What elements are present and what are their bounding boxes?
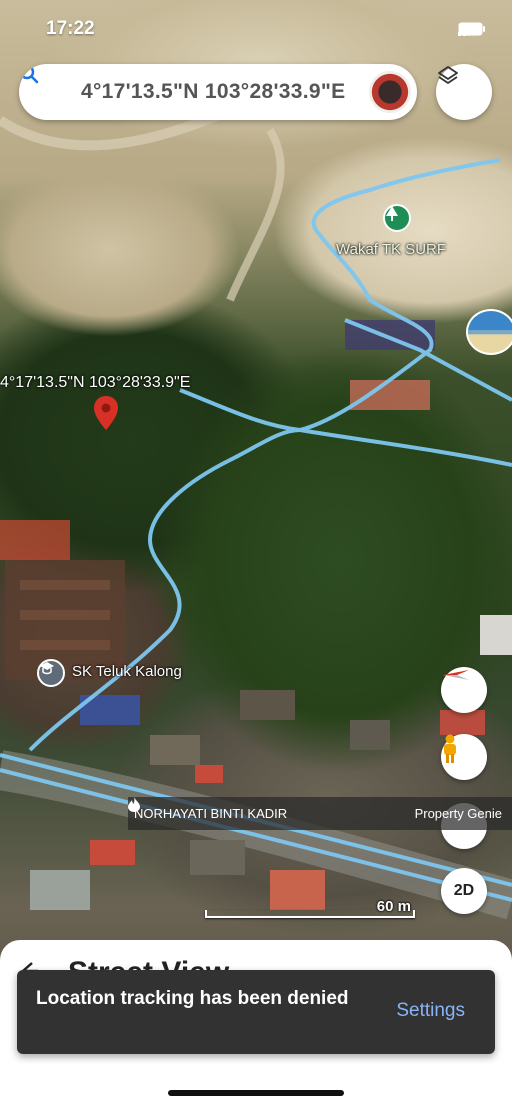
photo-attribution: NORHAYATI BINTI KADIR Property Genie bbox=[128, 797, 512, 830]
layers-button[interactable] bbox=[436, 64, 492, 120]
street-view-button[interactable] bbox=[441, 734, 487, 780]
settings-button[interactable]: Settings bbox=[396, 1000, 465, 1022]
account-avatar[interactable] bbox=[367, 69, 413, 115]
search-bar[interactable]: 4°17'13.5"N 103°28'33.9"E bbox=[19, 64, 417, 120]
search-input[interactable]: 4°17'13.5"N 103°28'33.9"E bbox=[75, 80, 417, 104]
status-time: 17:22 bbox=[46, 18, 95, 39]
beach-photo-thumbnail[interactable] bbox=[466, 309, 512, 355]
poi-school-label[interactable]: SK Teluk Kalong bbox=[72, 663, 182, 680]
poi-surf-label[interactable]: Wakaf TK SURF bbox=[336, 241, 446, 258]
poi-surf-marker[interactable] bbox=[383, 204, 411, 232]
scale-bar bbox=[205, 910, 415, 918]
map-scale: 60 m bbox=[205, 898, 415, 918]
attribution-source[interactable]: Property Genie bbox=[415, 806, 502, 821]
poi-school-marker[interactable] bbox=[37, 659, 65, 687]
attribution-author[interactable]: NORHAYATI BINTI KADIR bbox=[134, 806, 287, 821]
map-type-2d-button[interactable]: 2D bbox=[441, 868, 487, 914]
compass-button[interactable] bbox=[441, 667, 487, 713]
snackbar-message: Location tracking has been denied bbox=[36, 988, 349, 1009]
home-indicator[interactable] bbox=[168, 1090, 344, 1096]
location-denied-snackbar: Location tracking has been denied Settin… bbox=[17, 970, 495, 1054]
pin-coordinate-label: 4°17'13.5"N 103°28'33.9"E bbox=[0, 374, 191, 391]
